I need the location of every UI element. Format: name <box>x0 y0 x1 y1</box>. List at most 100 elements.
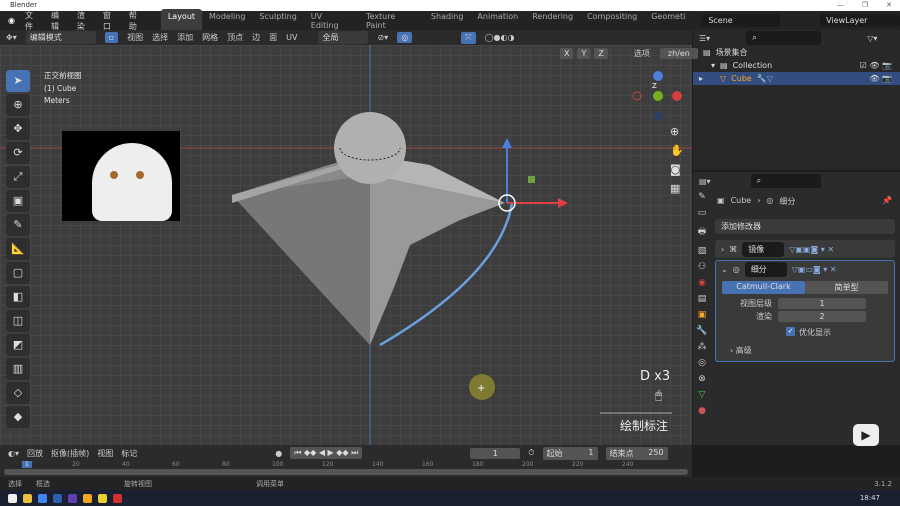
optimal-display-checkbox[interactable]: ✓ <box>786 327 795 336</box>
modifier-mirror[interactable]: › ⌘ 镜像 ▽▣▣◙ ▾ ✕ <box>715 240 895 258</box>
menu-mesh[interactable]: 网格 <box>202 32 218 43</box>
record-icon[interactable]: ● <box>275 449 282 458</box>
editor-type-icon[interactable]: ✥▾ <box>6 33 17 42</box>
menu-select[interactable]: 选择 <box>152 32 168 43</box>
vertex-select-button[interactable]: ▫ <box>104 32 119 43</box>
extrude-tool-icon[interactable]: ◧ <box>6 286 30 308</box>
view-layer-tab-icon[interactable]: ▧ <box>698 246 707 256</box>
explorer-icon[interactable] <box>23 493 32 503</box>
menu-add[interactable]: 添加 <box>177 32 193 43</box>
tab-modeling[interactable]: Modeling <box>202 9 252 33</box>
shading-solid-icon[interactable]: ◯●◐◑ <box>485 33 515 42</box>
3d-viewport[interactable]: + Z ⊕ ✋ ◙ ▦ D x3 🖱 绘制标注 <box>0 45 692 445</box>
mirror-y[interactable]: Y <box>577 48 591 59</box>
measure-tool-icon[interactable]: 📐 <box>6 238 30 260</box>
zoom-icon[interactable]: ⊕ <box>670 125 684 138</box>
close-icon[interactable]: ✕ <box>886 0 892 11</box>
blender-taskbar-icon[interactable] <box>83 493 92 503</box>
proportional-edit-button[interactable]: ◎ <box>397 32 413 43</box>
world-tab-icon[interactable]: ◉ <box>698 278 706 288</box>
output-tab-icon[interactable]: 🖶 <box>698 224 707 240</box>
menu-face[interactable]: 面 <box>269 32 277 43</box>
add-modifier-dropdown[interactable]: 添加修改器 <box>715 219 895 234</box>
bevel-tool-icon[interactable]: ◩ <box>6 334 30 356</box>
mirror-z[interactable]: Z <box>594 48 608 59</box>
menu-edge[interactable]: 边 <box>252 32 260 43</box>
timeline-ruler[interactable]: 1 20 40 60 80 100 120 140 160 180 200 220 240 <box>0 461 692 469</box>
filter-icon[interactable]: ▽▾ <box>867 34 877 43</box>
camera-icon[interactable]: ◙ <box>670 163 684 176</box>
tab-geometry[interactable]: Geometi <box>644 9 692 33</box>
rotate-tool-icon[interactable]: ⟳ <box>6 142 30 164</box>
tool-tab-icon[interactable]: ✎ <box>698 192 706 202</box>
add-cube-tool-icon[interactable]: ▢ <box>6 262 30 284</box>
transform-tool-icon[interactable]: ▣ <box>6 190 30 212</box>
render-levels-field[interactable]: 2 <box>778 311 866 322</box>
start-frame-field[interactable]: 起始 1 <box>542 446 598 460</box>
display-mode-icon[interactable]: ☰▾ <box>699 34 710 43</box>
transform-orientation-select[interactable]: 全局 <box>318 31 369 44</box>
outliner-scene-collection[interactable]: ▤ 场景集合 <box>693 46 900 59</box>
gizmo-toggle[interactable]: ⤧ <box>461 31 476 44</box>
annotate-tool-icon[interactable]: ✎ <box>6 214 30 236</box>
catmull-clark-button[interactable]: Catmull-Clark <box>722 281 805 294</box>
menu-view[interactable]: 视图 <box>127 32 143 43</box>
material-tab-icon[interactable]: ● <box>698 406 706 416</box>
data-tab-icon[interactable]: ▽ <box>699 390 706 400</box>
tab-rendering[interactable]: Rendering <box>525 9 580 33</box>
outliner-collection[interactable]: ▾ ▤ Collection ☑ 👁 📷 <box>693 59 900 72</box>
modifier-toggles[interactable]: ▽▣▭◙ ▾ ✕ <box>792 265 837 274</box>
view-layer-field[interactable]: ViewLayer <box>820 14 900 27</box>
tab-animation[interactable]: Animation <box>470 9 525 33</box>
gizmo-axis-z[interactable]: Z <box>652 82 657 90</box>
scene-tab-icon[interactable]: ⚇ <box>698 262 706 272</box>
start-icon[interactable] <box>8 493 17 503</box>
outliner-search[interactable]: ⌕ <box>746 31 822 45</box>
modifier-name-field[interactable]: 细分 <box>744 262 787 277</box>
pivot-icon[interactable]: ⊘▾ <box>377 33 388 42</box>
render-tab-icon[interactable]: ▭ <box>698 208 707 218</box>
visibility-eye-icon[interactable]: 👁 📷 <box>869 74 900 83</box>
knife-tool-icon[interactable]: ◇ <box>6 382 30 404</box>
particles-tab-icon[interactable]: ⁂ <box>698 342 707 352</box>
simple-button[interactable]: 简单型 <box>805 281 888 294</box>
pin-icon[interactable]: 📌 <box>882 196 892 205</box>
physics-tab-icon[interactable]: ◎ <box>698 358 706 368</box>
premiere-icon[interactable] <box>68 493 77 503</box>
menu-edit[interactable]: 编辑 <box>51 10 67 32</box>
view-menu[interactable]: 视图 <box>97 448 113 459</box>
modifier-tab-icon[interactable]: 🔧 <box>696 326 707 336</box>
select-tool-icon[interactable]: ➤ <box>6 70 30 92</box>
modifier-toggles[interactable]: ▽▣▣◙ ▾ ✕ <box>789 245 834 254</box>
tab-sculpting[interactable]: Sculpting <box>252 9 303 33</box>
mode-select[interactable]: 编辑模式 <box>25 31 96 44</box>
collection-tab-icon[interactable]: ▤ <box>698 294 707 304</box>
move-tool-icon[interactable]: ✥ <box>6 118 30 140</box>
inset-tool-icon[interactable]: ◫ <box>6 310 30 332</box>
recorder-icon[interactable] <box>113 493 122 503</box>
editor-type-icon[interactable]: ◐▾ <box>8 449 19 458</box>
constraints-tab-icon[interactable]: ⊗ <box>698 374 706 384</box>
modifier-name-field[interactable]: 镜像 <box>742 241 785 257</box>
menu-help[interactable]: 帮助 <box>129 10 145 32</box>
menu-vertex[interactable]: 顶点 <box>227 32 243 43</box>
grid-icon[interactable]: ▦ <box>670 182 684 195</box>
photoshop-icon[interactable] <box>53 493 62 503</box>
chrome-icon[interactable] <box>38 493 47 503</box>
menu-window[interactable]: 窗口 <box>103 10 119 32</box>
editor-type-icon[interactable]: ▤▾ <box>699 177 711 186</box>
tab-layout[interactable]: Layout <box>160 8 203 33</box>
tab-compositing[interactable]: Compositing <box>580 9 644 33</box>
end-frame-field[interactable]: 结束点 250 <box>605 446 668 460</box>
lang-toggle[interactable]: zh/en <box>659 48 698 59</box>
viewport-levels-field[interactable]: 1 <box>778 298 866 309</box>
menu-uv[interactable]: UV <box>286 33 297 42</box>
minimize-icon[interactable]: — <box>837 0 844 11</box>
current-frame-field[interactable]: 1 <box>470 447 521 459</box>
loop-cut-tool-icon[interactable]: ▥ <box>6 358 30 380</box>
playback-controls[interactable]: ⏮ ◆◆ ◀ ▶ ◆◆ ⏭ <box>290 447 363 459</box>
keying-menu[interactable]: 抠像(插帧) <box>51 448 89 459</box>
outliner-cube[interactable]: ▸ ▽ Cube 🔧▽ 👁 📷 <box>693 72 900 85</box>
poly-build-tool-icon[interactable]: ◆ <box>6 406 30 428</box>
advanced-panel[interactable]: › 高级 <box>730 345 894 356</box>
